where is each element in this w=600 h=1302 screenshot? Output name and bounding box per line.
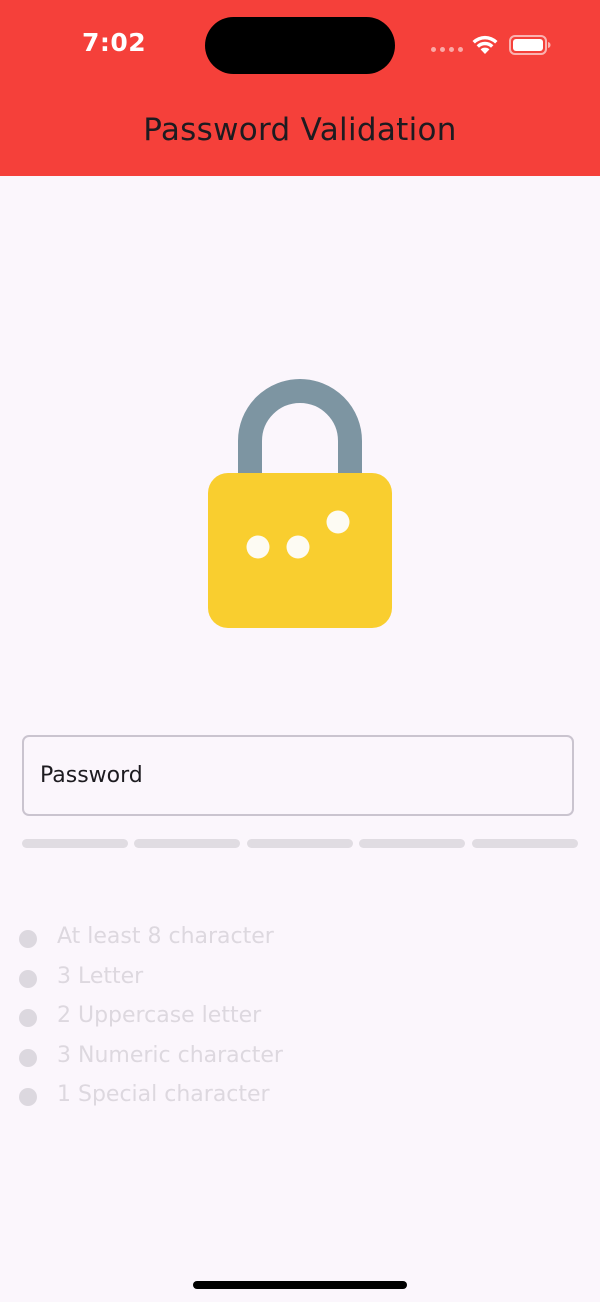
battery-icon [509, 35, 551, 55]
rule-status-dot [19, 1088, 37, 1106]
rule-item: 3 Numeric character [19, 1043, 579, 1083]
rule-status-dot [19, 930, 37, 948]
rule-status-dot [19, 1048, 37, 1067]
password-input[interactable] [40, 737, 560, 814]
rule-status-dot [19, 969, 37, 988]
rule-label: 3 Letter [57, 963, 144, 989]
rule-label: At least 8 character [57, 924, 274, 949]
password-rules-list: At least 8 character 3 Letter 2 Uppercas… [19, 924, 579, 1122]
status-time: 7:02 [82, 28, 147, 57]
home-indicator[interactable] [193, 1281, 407, 1289]
rule-status-dot [19, 1009, 37, 1027]
strength-segment [359, 839, 465, 848]
strength-segment [134, 839, 240, 848]
lock-icon [208, 379, 392, 628]
password-strength-meter [22, 839, 578, 848]
strength-segment [472, 839, 578, 848]
page-title: Password Validation [143, 112, 457, 148]
rule-item: At least 8 character [19, 924, 579, 964]
rule-label: 2 Uppercase letter [57, 1003, 262, 1028]
password-field[interactable] [22, 735, 574, 816]
rule-item: 2 Uppercase letter [19, 1003, 579, 1043]
dynamic-island [205, 17, 395, 74]
rule-label: 1 Special character [57, 1082, 270, 1107]
app-bar: 7:02 Password Validation [0, 0, 600, 176]
rule-item: 3 Letter [19, 964, 579, 1004]
wifi-icon [472, 35, 498, 54]
rule-label: 3 Numeric character [57, 1042, 283, 1068]
strength-segment [22, 839, 128, 848]
strength-segment [247, 839, 353, 848]
cellular-signal-icon [431, 47, 463, 53]
rule-item: 1 Special character [19, 1082, 579, 1122]
